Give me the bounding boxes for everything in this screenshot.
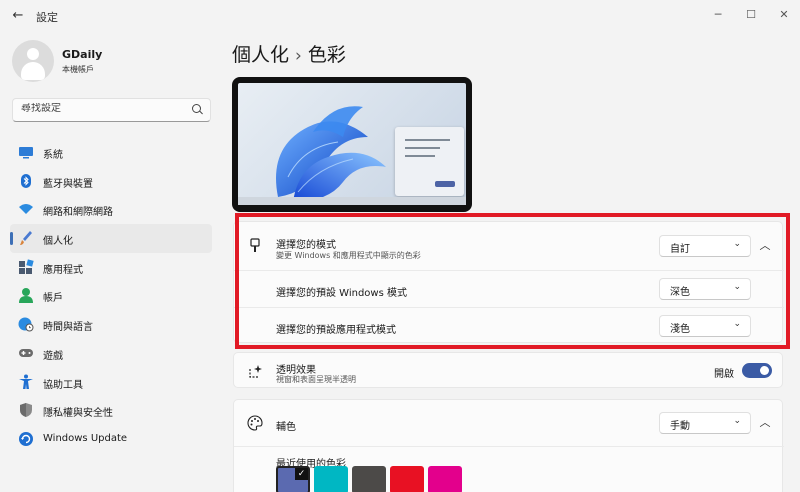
sidebar-item-label: 網路和網際網路 [43,207,113,219]
sidebar-item-label: Windows Update [43,432,128,444]
user-profile[interactable]: GDaily 本機帳戶 [12,40,212,84]
sidebar-item-windows-update[interactable]: Windows Update [10,425,212,454]
paint-brush-icon [250,238,260,252]
windows-mode-row: 選擇您的預設 Windows 模式 深色 ⌄ [234,270,784,307]
app-title: 設定 [36,11,58,24]
minimize-button[interactable]: ─ [700,4,736,26]
back-button[interactable]: ← [10,8,26,24]
sparkle-icon [249,365,262,378]
sidebar-item-label: 個人化 [43,236,73,248]
windows-mode-value: 深色 [670,287,690,298]
sidebar-item-label: 藍牙與裝置 [43,178,93,190]
apps-icon [19,259,34,274]
app-mode-row: 選擇您的預設應用程式模式 淺色 ⌄ [234,307,784,344]
profile-account-type: 本機帳戶 [62,65,94,74]
accent-dropdown[interactable]: 手動 ⌄ [659,412,751,434]
windows-bloom-wallpaper [276,106,386,202]
choose-mode-title: 選擇您的模式 [276,240,336,251]
sidebar-item-label: 協助工具 [43,379,83,391]
search-icon[interactable] [192,104,201,113]
preview-accent-button [435,181,455,187]
color-swatch[interactable]: ✓ [276,466,310,492]
accessibility-icon [19,374,33,389]
transparency-state: 開啟 [714,369,734,380]
mode-dropdown-value: 自訂 [670,244,690,255]
shield-icon [20,403,32,418]
close-button[interactable]: ✕ [766,4,800,26]
mode-dropdown[interactable]: 自訂 ⌄ [659,235,751,257]
accent-card: 輔色 手動 ⌄ ︿ 最近使用的色彩 ✓ [233,399,784,492]
brush-icon [20,231,32,246]
app-mode-dropdown[interactable]: 淺色 ⌄ [659,315,751,337]
palette-icon [247,415,263,431]
sidebar-nav: 系統 藍牙與裝置 網路和網際網路 個人化 應用程式 帳戶 時間與語言 遊戲 協助… [10,138,212,454]
avatar-body-icon [21,62,45,80]
sidebar-item-accounts[interactable]: 帳戶 [10,281,212,310]
checkmark-icon: ✓ [295,468,308,480]
sidebar-item-system[interactable]: 系統 [10,138,212,167]
page-title: 色彩 [307,44,346,66]
chevron-down-icon: ⌄ [733,239,741,249]
search-box[interactable] [12,98,211,122]
search-input[interactable] [21,103,181,114]
color-swatch[interactable] [428,466,462,492]
globe-clock-icon [18,317,34,332]
app-mode-label: 選擇您的預設應用程式模式 [276,325,396,336]
breadcrumb-separator: › [295,46,302,66]
choose-mode-subtitle: 變更 Windows 和應用程式中顯示的色彩 [276,251,421,260]
sidebar-item-bluetooth[interactable]: 藍牙與裝置 [10,167,212,196]
preview-taskbar [238,197,466,205]
profile-name: GDaily [62,48,103,61]
avatar-head-icon [27,48,39,60]
sidebar-item-label: 遊戲 [43,350,63,362]
sidebar-item-time-language[interactable]: 時間與語言 [10,310,212,339]
transparency-subtitle: 視窗和表面呈現半透明 [276,375,356,384]
theme-preview [232,77,472,212]
sidebar-item-label: 系統 [43,150,63,161]
gamepad-icon [19,348,33,357]
sidebar-item-gaming[interactable]: 遊戲 [10,339,212,368]
chevron-down-icon: ⌄ [733,416,741,426]
sidebar-item-label: 帳戶 [43,293,63,305]
preview-window [395,127,464,196]
breadcrumb-parent[interactable]: 個人化 [232,44,289,66]
monitor-icon [19,147,33,159]
windows-mode-dropdown[interactable]: 深色 ⌄ [659,278,751,300]
chevron-down-icon: ⌄ [733,319,741,329]
avatar [12,40,54,82]
title-bar: ← 設定 ─ ☐ ✕ [0,0,800,32]
update-icon [19,431,33,446]
accent-row[interactable]: 輔色 手動 ⌄ ︿ [234,400,784,446]
sidebar-item-label: 時間與語言 [43,322,93,334]
app-mode-value: 淺色 [670,324,690,335]
sidebar-item-apps[interactable]: 應用程式 [10,253,212,282]
color-swatch[interactable] [390,466,424,492]
preview-desktop [238,83,466,205]
transparency-card: 透明效果 視窗和表面呈現半透明 開啟 [233,352,783,388]
sidebar-item-label: 應用程式 [43,264,83,276]
mode-card: 選擇您的模式 變更 Windows 和應用程式中顯示的色彩 自訂 ⌄ ︿ 選擇您… [233,221,784,344]
sidebar-item-network[interactable]: 網路和網際網路 [10,195,212,224]
sidebar-item-label: 隱私權與安全性 [43,408,113,420]
sidebar-item-accessibility[interactable]: 協助工具 [10,368,212,397]
color-swatch[interactable] [314,466,348,492]
wifi-icon [19,204,33,215]
color-swatch[interactable] [352,466,386,492]
chevron-up-icon[interactable]: ︿ [755,236,775,256]
windows-mode-label: 選擇您的預設 Windows 模式 [276,288,407,299]
sidebar-item-personalization[interactable]: 個人化 [10,224,212,253]
accent-title: 輔色 [276,422,296,433]
choose-mode-row[interactable]: 選擇您的模式 變更 Windows 和應用程式中顯示的色彩 自訂 ⌄ ︿ [234,222,784,270]
sidebar-item-privacy[interactable]: 隱私權與安全性 [10,396,212,425]
chevron-up-icon[interactable]: ︿ [755,413,775,433]
maximize-button[interactable]: ☐ [733,4,769,26]
accent-dropdown-value: 手動 [670,421,690,432]
transparency-toggle[interactable] [742,363,772,378]
bluetooth-icon [21,173,31,188]
chevron-down-icon: ⌄ [733,282,741,292]
person-icon [19,288,33,304]
breadcrumb: 個人化 › 色彩 [232,40,346,67]
toggle-knob [760,366,769,375]
